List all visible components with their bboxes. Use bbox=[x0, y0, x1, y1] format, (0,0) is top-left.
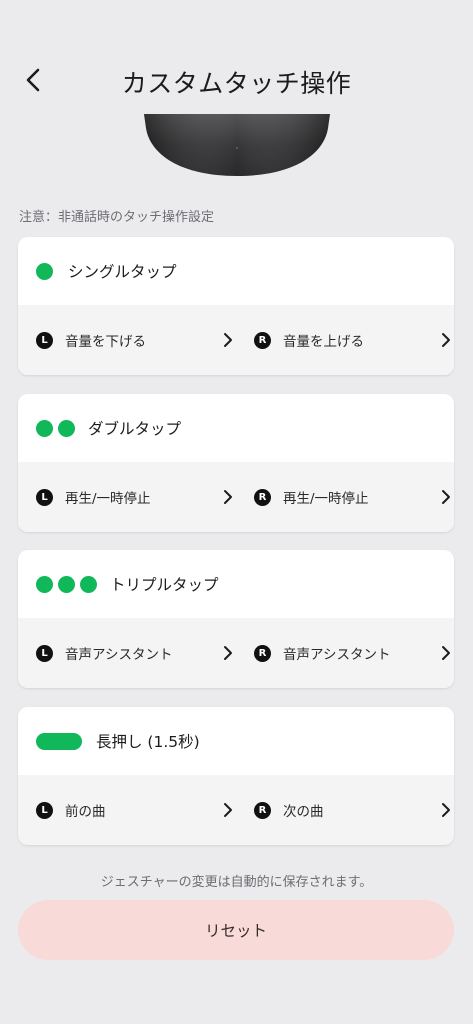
left-badge-icon: L bbox=[36, 801, 53, 819]
right-badge-icon: R bbox=[254, 644, 271, 662]
dot-icon bbox=[36, 262, 53, 280]
single-dot-indicator bbox=[36, 262, 58, 280]
gesture-title: シングルタップ bbox=[68, 263, 177, 281]
left-earbud-action[interactable]: L 前の曲 bbox=[18, 775, 236, 845]
right-earbud-action[interactable]: R 次の曲 bbox=[236, 775, 454, 845]
auto-save-note: ジェスチャーの変更は自動的に保存されます。 bbox=[100, 875, 373, 890]
card-actions: L 音声アシスタント R 音声アシスタント bbox=[18, 618, 454, 688]
chevron-right-icon bbox=[224, 803, 232, 817]
pill-icon bbox=[36, 732, 82, 750]
action-label: 音量を下げる bbox=[65, 334, 146, 350]
action-label: 音量を上げる bbox=[283, 334, 364, 350]
chevron-right-icon bbox=[224, 333, 232, 347]
card-actions: L 再生/一時停止 R 再生/一時停止 bbox=[18, 462, 454, 532]
triple-dot-indicator bbox=[36, 575, 102, 593]
page-title: カスタムタッチ操作 bbox=[121, 69, 352, 98]
reset-button[interactable]: リセット bbox=[18, 900, 454, 960]
left-earbud-action[interactable]: L 音声アシスタント bbox=[18, 618, 236, 688]
right-badge-icon: R bbox=[254, 801, 271, 819]
card-header: 長押し (1.5秒) bbox=[18, 707, 454, 775]
card-actions: L 前の曲 R 次の曲 bbox=[18, 775, 454, 845]
action-label: 次の曲 bbox=[283, 804, 324, 820]
chevron-right-icon bbox=[442, 646, 450, 660]
earbuds-case-image bbox=[144, 114, 330, 178]
gesture-title: トリプルタップ bbox=[110, 576, 219, 594]
left-earbud-action[interactable]: L 再生/一時停止 bbox=[18, 462, 236, 532]
action-label: 前の曲 bbox=[65, 804, 106, 820]
chevron-right-icon bbox=[224, 490, 232, 504]
gesture-card-single-tap: シングルタップ L 音量を下げる R 音量を上げる bbox=[18, 237, 454, 375]
chevron-right-icon bbox=[442, 803, 450, 817]
gesture-title: 長押し (1.5秒) bbox=[96, 733, 200, 751]
double-dot-indicator bbox=[36, 419, 80, 437]
card-header: トリプルタップ bbox=[18, 550, 454, 618]
chevron-right-icon bbox=[442, 490, 450, 504]
gesture-card-long-press: 長押し (1.5秒) L 前の曲 R 次の曲 bbox=[18, 707, 454, 845]
action-label: 音声アシスタント bbox=[283, 647, 391, 663]
chevron-right-icon bbox=[442, 333, 450, 347]
right-badge-icon: R bbox=[254, 488, 271, 506]
long-press-indicator bbox=[36, 732, 82, 750]
chevron-right-icon bbox=[224, 646, 232, 660]
card-header: ダブルタップ bbox=[18, 394, 454, 462]
left-badge-icon: L bbox=[36, 644, 53, 662]
dot-icon bbox=[36, 575, 53, 593]
card-header: シングルタップ bbox=[18, 237, 454, 305]
action-label: 再生/一時停止 bbox=[65, 491, 151, 507]
action-label: 再生/一時停止 bbox=[283, 491, 369, 507]
dot-icon bbox=[80, 575, 97, 593]
left-badge-icon: L bbox=[36, 488, 53, 506]
right-earbud-action[interactable]: R 再生/一時停止 bbox=[236, 462, 454, 532]
dot-icon bbox=[36, 419, 53, 437]
left-badge-icon: L bbox=[36, 331, 53, 349]
gesture-note: 注意：非通話時のタッチ操作設定 bbox=[19, 210, 215, 225]
right-earbud-action[interactable]: R 音量を上げる bbox=[236, 305, 454, 375]
card-actions: L 音量を下げる R 音量を上げる bbox=[18, 305, 454, 375]
right-badge-icon: R bbox=[254, 331, 271, 349]
dot-icon bbox=[58, 575, 75, 593]
left-earbud-action[interactable]: L 音量を下げる bbox=[18, 305, 236, 375]
dot-icon bbox=[58, 419, 75, 437]
gesture-card-double-tap: ダブルタップ L 再生/一時停止 R 再生/一時停止 bbox=[18, 394, 454, 532]
gesture-title: ダブルタップ bbox=[88, 420, 182, 438]
gesture-card-triple-tap: トリプルタップ L 音声アシスタント R 音声アシスタント bbox=[18, 550, 454, 688]
right-earbud-action[interactable]: R 音声アシスタント bbox=[236, 618, 454, 688]
action-label: 音声アシスタント bbox=[65, 647, 173, 663]
header: カスタムタッチ操作 bbox=[0, 52, 473, 108]
